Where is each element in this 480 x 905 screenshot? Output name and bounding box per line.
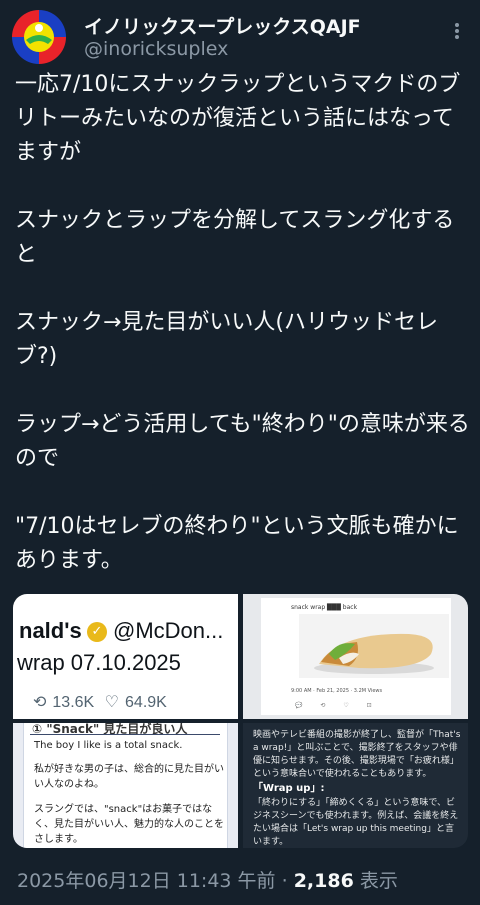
separator: · bbox=[281, 870, 288, 892]
views-label: 表示 bbox=[359, 870, 398, 892]
media-image-4[interactable]: 映画やテレビ番組の撮影が終了し、監督が「That's a wrap!」と叫ぶこと… bbox=[243, 723, 468, 848]
dictionary-card: ① "Snack" 見た目が良い人 The boy I like is a to… bbox=[23, 723, 228, 848]
quoted-name: nald's bbox=[19, 618, 82, 643]
author-name[interactable]: イノリックスープレックスQAJF bbox=[84, 12, 361, 39]
media-grid: nald's ✓ @McDon... wrap 07.10.2025 ⟲ 13.6… bbox=[13, 594, 468, 848]
like-count: 64.9K bbox=[125, 694, 167, 711]
quoted-stats: ⟲ 13.6K ♡ 64.9K bbox=[33, 692, 173, 712]
post-text: 一応7/10にスナックラップというマクドのブリトーみたいなのが復活という話にはな… bbox=[15, 68, 470, 612]
verified-badge-icon: ✓ bbox=[87, 622, 107, 642]
quoted-handle: @McDon... bbox=[113, 618, 224, 643]
snack-wrap-photo bbox=[299, 614, 449, 678]
post-paragraph: "7/10はセレブの終わり"という文脈も確かにあります。 bbox=[15, 514, 459, 573]
article-text: 映画やテレビ番組の撮影が終了し、監督が「That's a wrap!」と叫ぶこと… bbox=[253, 730, 461, 779]
retweet-count: 13.6K bbox=[52, 694, 95, 711]
dictionary-note: スラングでは、"snack"はお菓子ではなく、見た目がいい人、魅力的な人のことを… bbox=[34, 804, 224, 845]
post-meta: 2025年06月12日 11:43 午前 · 2,186 表示 bbox=[17, 866, 398, 893]
article-heading: 「Wrap up」: bbox=[253, 783, 325, 794]
heart-icon: ♡ bbox=[104, 694, 120, 711]
card-actions: 💬 ⟲ ♡ ⊡ bbox=[295, 702, 380, 709]
timestamp[interactable]: 2025年06月12日 11:43 午前 bbox=[17, 870, 276, 892]
example-japanese: 私が好きな男の子は、総合的に見た目がいい人なのよね。 bbox=[34, 764, 224, 790]
retweet-icon: ⟲ bbox=[33, 694, 47, 711]
example-english: The boy I like is a total snack. bbox=[34, 740, 183, 751]
post-paragraph: 一応7/10にスナックラップというマクドのブリトーみたいなのが復活という話にはな… bbox=[15, 72, 461, 165]
post-header: イノリックスープレックスQAJF @inoricksuplex bbox=[12, 6, 468, 64]
post-paragraph: スナック→見た目がいい人(ハリウッドセレブ?) bbox=[15, 310, 439, 369]
divider bbox=[30, 734, 220, 735]
post-paragraph: ラップ→どう活用しても"終わり"の意味が来るので bbox=[15, 412, 470, 471]
media-image-1[interactable]: nald's ✓ @McDon... wrap 07.10.2025 ⟲ 13.6… bbox=[13, 594, 238, 719]
avatar[interactable] bbox=[12, 10, 66, 64]
author-handle[interactable]: @inoricksuplex bbox=[84, 38, 228, 60]
quoted-text: wrap 07.10.2025 bbox=[17, 650, 181, 675]
more-options-icon[interactable] bbox=[446, 20, 468, 42]
media-image-3[interactable]: ① "Snack" 見た目が良い人 The boy I like is a to… bbox=[13, 723, 238, 848]
article-text-2: 「終わりにする」「締めくくる」という意味で、ビジネスシーンでも使われます。例えば… bbox=[253, 798, 459, 847]
card-title: snack wrap ███ back bbox=[291, 604, 358, 611]
screenshot-card: snack wrap ███ back 9:00 AM · Feb 21, 20… bbox=[261, 598, 451, 715]
card-meta: 9:00 AM · Feb 21, 2025 · 3.2M Views bbox=[291, 688, 383, 694]
media-image-2[interactable]: snack wrap ███ back 9:00 AM · Feb 21, 20… bbox=[243, 594, 468, 719]
post-paragraph: スナックとラップを分解してスラング化すると bbox=[15, 208, 455, 267]
views-count[interactable]: 2,186 bbox=[294, 870, 354, 892]
